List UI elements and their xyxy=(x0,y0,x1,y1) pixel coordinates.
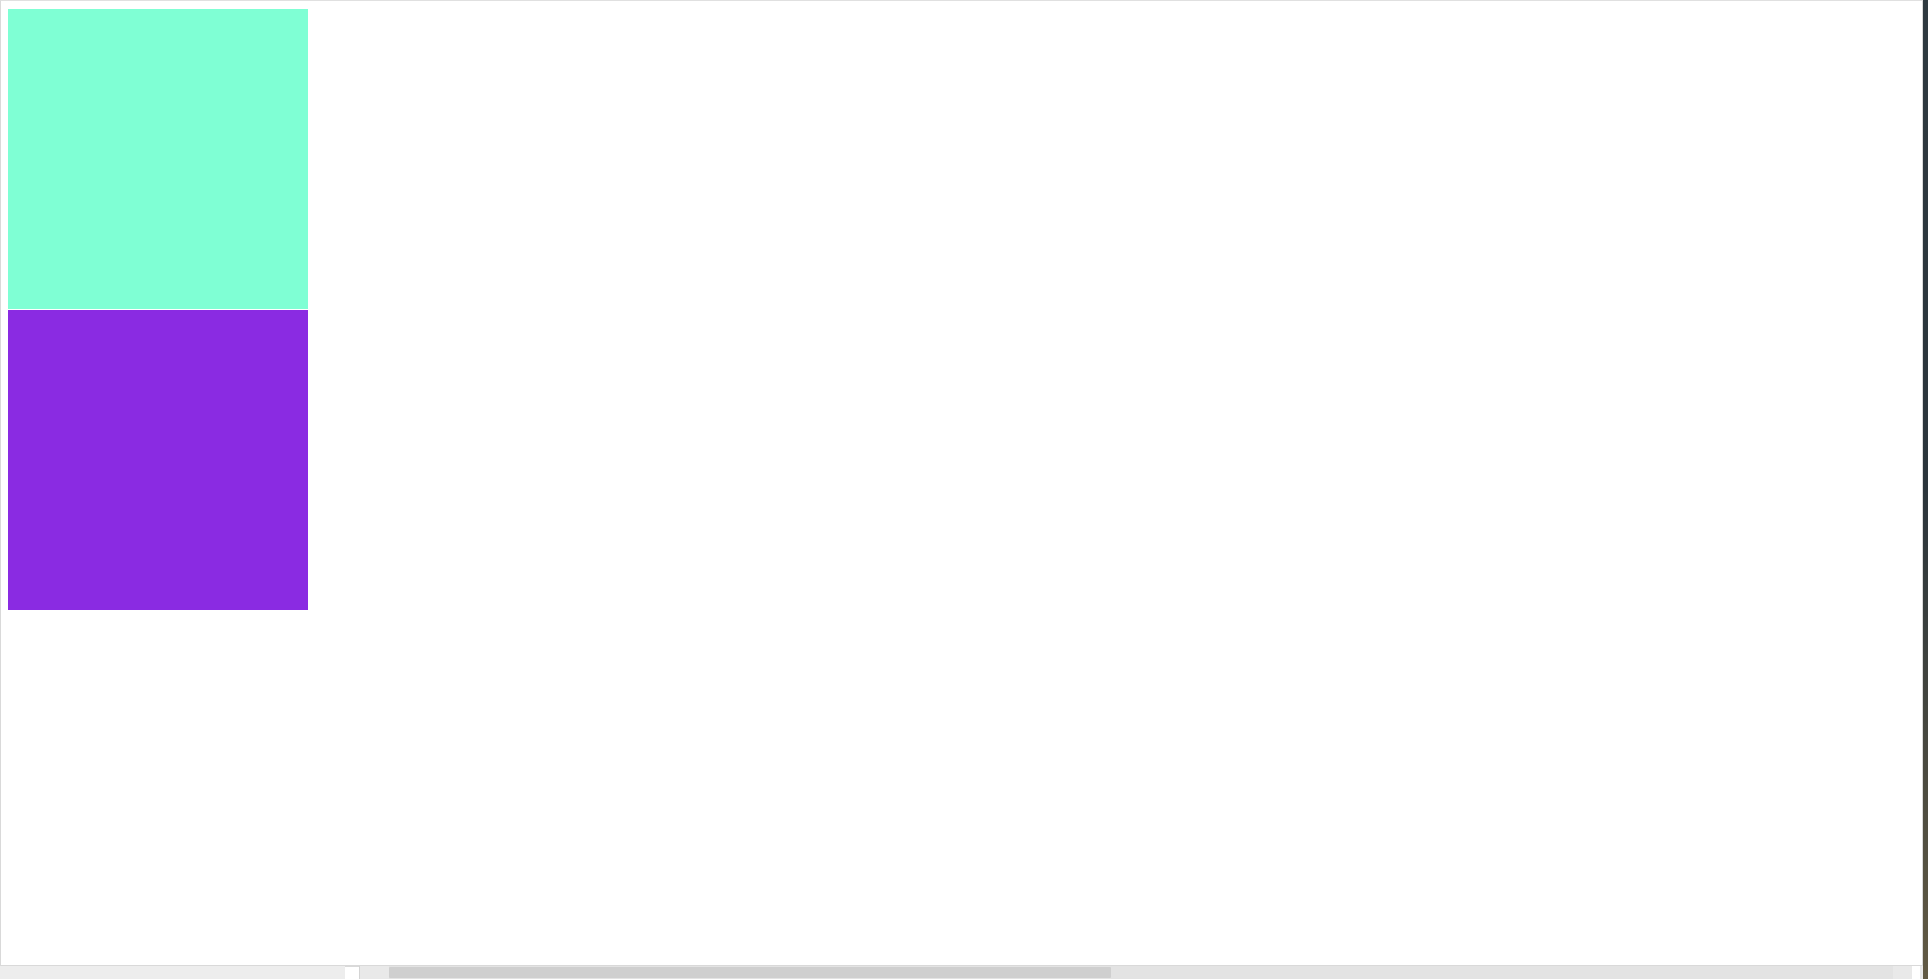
viewport xyxy=(0,0,1928,979)
horizontal-scrollbar[interactable] xyxy=(0,966,1923,979)
scrollbar-track[interactable] xyxy=(389,966,1893,979)
scrollbar-thumb[interactable] xyxy=(389,967,1111,978)
window-right-edge xyxy=(1923,0,1928,979)
color-block-aquamarine xyxy=(8,9,308,309)
scroll-left-button[interactable] xyxy=(359,966,389,979)
document-canvas xyxy=(0,0,1923,966)
scrollbar-gap xyxy=(345,966,359,979)
color-block-blueviolet xyxy=(8,310,308,610)
status-corner-label xyxy=(1912,966,1920,979)
scrollbar-spacer xyxy=(0,966,345,979)
